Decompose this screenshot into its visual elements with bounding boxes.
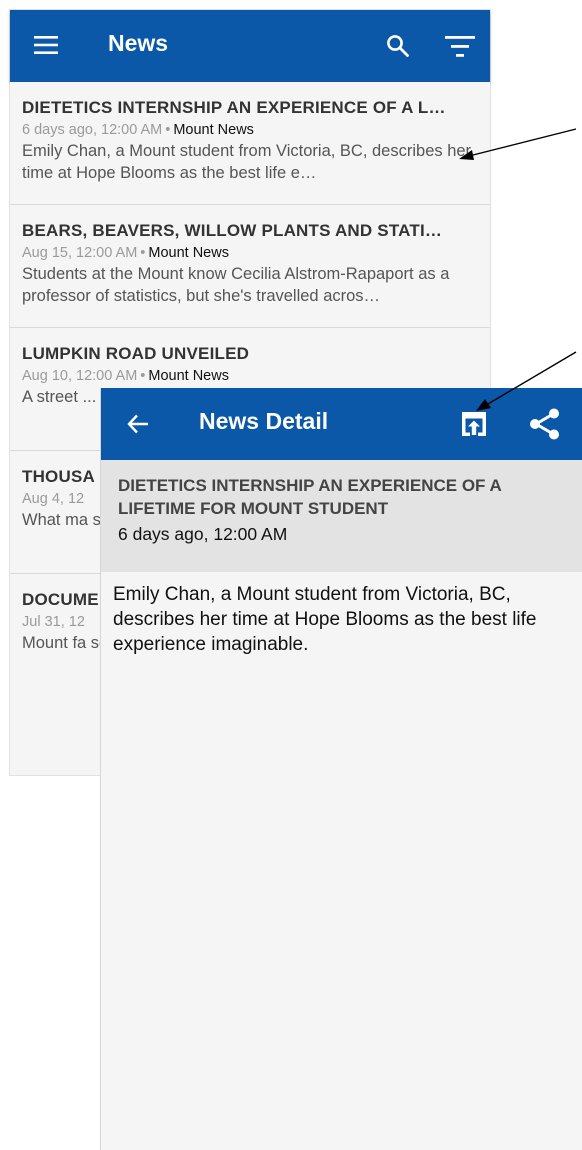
annotation-arrow-to-open-icon (476, 351, 577, 411)
annotation-arrow-to-item (459, 128, 577, 160)
annotation-arrows (459, 128, 577, 411)
